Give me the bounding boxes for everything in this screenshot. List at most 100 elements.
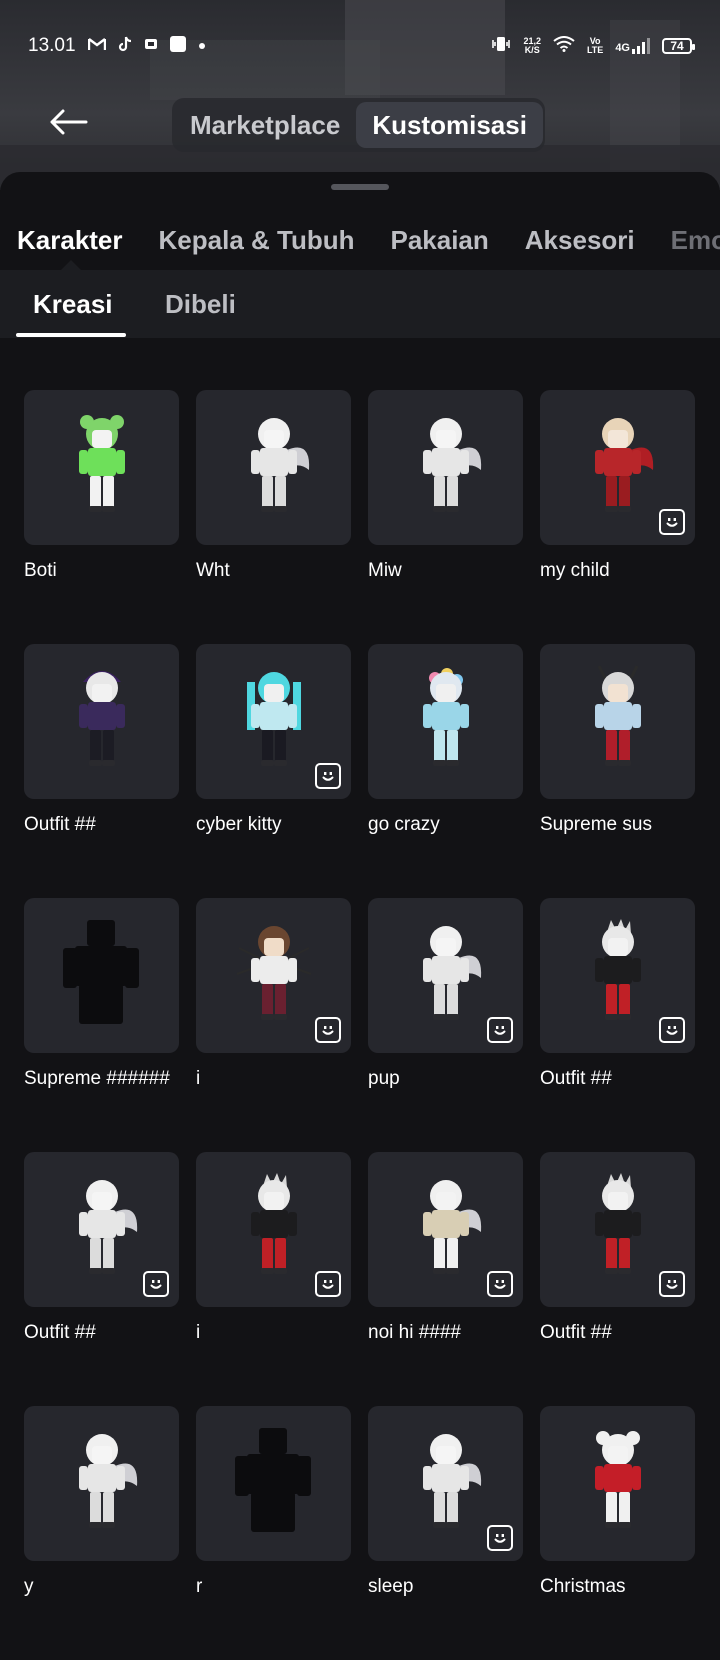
avatar-thumbnail[interactable]	[540, 1406, 695, 1561]
character-card[interactable]: i	[196, 1152, 351, 1406]
avatar-figure	[229, 664, 319, 779]
smiley-face-icon	[315, 1271, 341, 1297]
customize-sheet: Karakter Kepala & Tubuh Pakaian Aksesori…	[0, 172, 720, 1600]
character-card[interactable]: Miw	[368, 390, 523, 644]
avatar-thumbnail[interactable]	[368, 644, 523, 799]
avatar-thumbnail[interactable]	[24, 1406, 179, 1561]
character-name: pup	[368, 1068, 400, 1089]
clock: 13.01	[28, 35, 76, 56]
avatar-figure	[401, 410, 491, 525]
character-name: go crazy	[368, 814, 440, 835]
mode-switcher: Marketplace Kustomisasi	[172, 98, 545, 152]
avatar-figure	[573, 918, 663, 1033]
character-card[interactable]: i	[196, 898, 351, 1152]
tab-emote[interactable]: Emo	[653, 225, 720, 256]
status-bar: 13.01 21,2 K/S Vo LTE 4G 74	[0, 28, 720, 64]
avatar-figure	[401, 918, 491, 1033]
tab-karakter[interactable]: Karakter	[0, 225, 141, 256]
sub-tab-bar: Kreasi Dibeli	[0, 270, 720, 338]
tab-marketplace[interactable]: Marketplace	[174, 102, 356, 148]
avatar-figure	[573, 1172, 663, 1287]
app-square-icon	[169, 35, 186, 57]
tab-kreasi[interactable]: Kreasi	[33, 270, 113, 338]
character-card[interactable]: cyber kitty	[196, 644, 351, 898]
smiley-face-icon	[659, 509, 685, 535]
character-card[interactable]: Christmas	[540, 1406, 695, 1660]
character-name: my child	[540, 560, 610, 581]
character-name: cyber kitty	[196, 814, 282, 835]
avatar-thumbnail[interactable]	[540, 644, 695, 799]
avatar-thumbnail[interactable]	[196, 1406, 351, 1561]
avatar-thumbnail[interactable]	[540, 390, 695, 545]
avatar-thumbnail[interactable]	[196, 1152, 351, 1307]
character-card[interactable]: sleep	[368, 1406, 523, 1660]
avatar-thumbnail[interactable]	[24, 644, 179, 799]
avatar-figure	[57, 1172, 147, 1287]
network-type: 4G	[615, 42, 630, 54]
avatar-thumbnail[interactable]	[196, 898, 351, 1053]
tab-kustomisasi[interactable]: Kustomisasi	[356, 102, 543, 148]
avatar-thumbnail[interactable]	[540, 1152, 695, 1307]
character-name: y	[24, 1576, 34, 1597]
character-name: i	[196, 1322, 201, 1343]
character-card[interactable]: go crazy	[368, 644, 523, 898]
character-name: Miw	[368, 560, 402, 581]
tab-aksesori[interactable]: Aksesori	[507, 225, 653, 256]
smiley-face-icon	[315, 763, 341, 789]
character-name: Supreme ######	[24, 1068, 170, 1089]
character-card[interactable]: Supreme ######	[24, 898, 179, 1152]
avatar-thumbnail[interactable]	[368, 1406, 523, 1561]
avatar-thumbnail[interactable]	[368, 390, 523, 545]
character-card[interactable]: pup	[368, 898, 523, 1152]
avatar-figure	[401, 1426, 491, 1541]
tiktok-icon	[118, 36, 132, 57]
character-name: Outfit ##	[24, 814, 96, 835]
character-card[interactable]: y	[24, 1406, 179, 1660]
sub-tab-underline	[16, 333, 126, 337]
dot-icon	[198, 37, 206, 55]
app-icon	[144, 37, 158, 56]
vibrate-icon	[491, 36, 511, 57]
avatar-thumbnail[interactable]	[196, 390, 351, 545]
character-card[interactable]: my child	[540, 390, 695, 644]
avatar-figure	[573, 664, 663, 779]
avatar-figure	[573, 410, 663, 525]
character-name: Supreme sus	[540, 814, 652, 835]
smiley-face-icon	[487, 1271, 513, 1297]
character-card[interactable]: Boti	[24, 390, 179, 644]
avatar-thumbnail[interactable]	[368, 1152, 523, 1307]
character-name: Outfit ##	[24, 1322, 96, 1343]
character-card[interactable]: Outfit ##	[24, 1152, 179, 1406]
tab-pakaian[interactable]: Pakaian	[372, 225, 506, 256]
character-grid: Boti Wht Miw my child Outfit ## cyber kitty go…	[24, 390, 696, 1660]
tab-dibeli[interactable]: Dibeli	[165, 270, 236, 338]
gmail-icon	[87, 37, 106, 56]
character-card[interactable]: Wht	[196, 390, 351, 644]
tab-kepala-tubuh[interactable]: Kepala & Tubuh	[141, 225, 373, 256]
character-card[interactable]: noi hi ####	[368, 1152, 523, 1406]
avatar-thumbnail[interactable]	[368, 898, 523, 1053]
smiley-face-icon	[487, 1525, 513, 1551]
back-button[interactable]	[44, 100, 92, 148]
smiley-face-icon	[487, 1017, 513, 1043]
avatar-thumbnail[interactable]	[196, 644, 351, 799]
avatar-thumbnail[interactable]	[24, 1152, 179, 1307]
smiley-face-icon	[659, 1017, 685, 1043]
avatar-thumbnail[interactable]	[24, 898, 179, 1053]
character-name: Christmas	[540, 1576, 626, 1597]
net-speed: 21,2 K/S	[523, 37, 541, 55]
drag-handle[interactable]	[331, 184, 389, 190]
character-card[interactable]: Supreme sus	[540, 644, 695, 898]
character-card[interactable]: r	[196, 1406, 351, 1660]
avatar-thumbnail[interactable]	[540, 898, 695, 1053]
character-card[interactable]: Outfit ##	[540, 898, 695, 1152]
character-name: sleep	[368, 1576, 414, 1597]
category-tabs: Karakter Kepala & Tubuh Pakaian Aksesori…	[0, 212, 720, 268]
avatar-figure	[57, 1426, 147, 1541]
character-card[interactable]: Outfit ##	[540, 1152, 695, 1406]
character-card[interactable]: Outfit ##	[24, 644, 179, 898]
character-name: r	[196, 1576, 203, 1597]
wifi-icon	[553, 35, 575, 57]
avatar-thumbnail[interactable]	[24, 390, 179, 545]
volte-bottom: LTE	[586, 45, 604, 55]
